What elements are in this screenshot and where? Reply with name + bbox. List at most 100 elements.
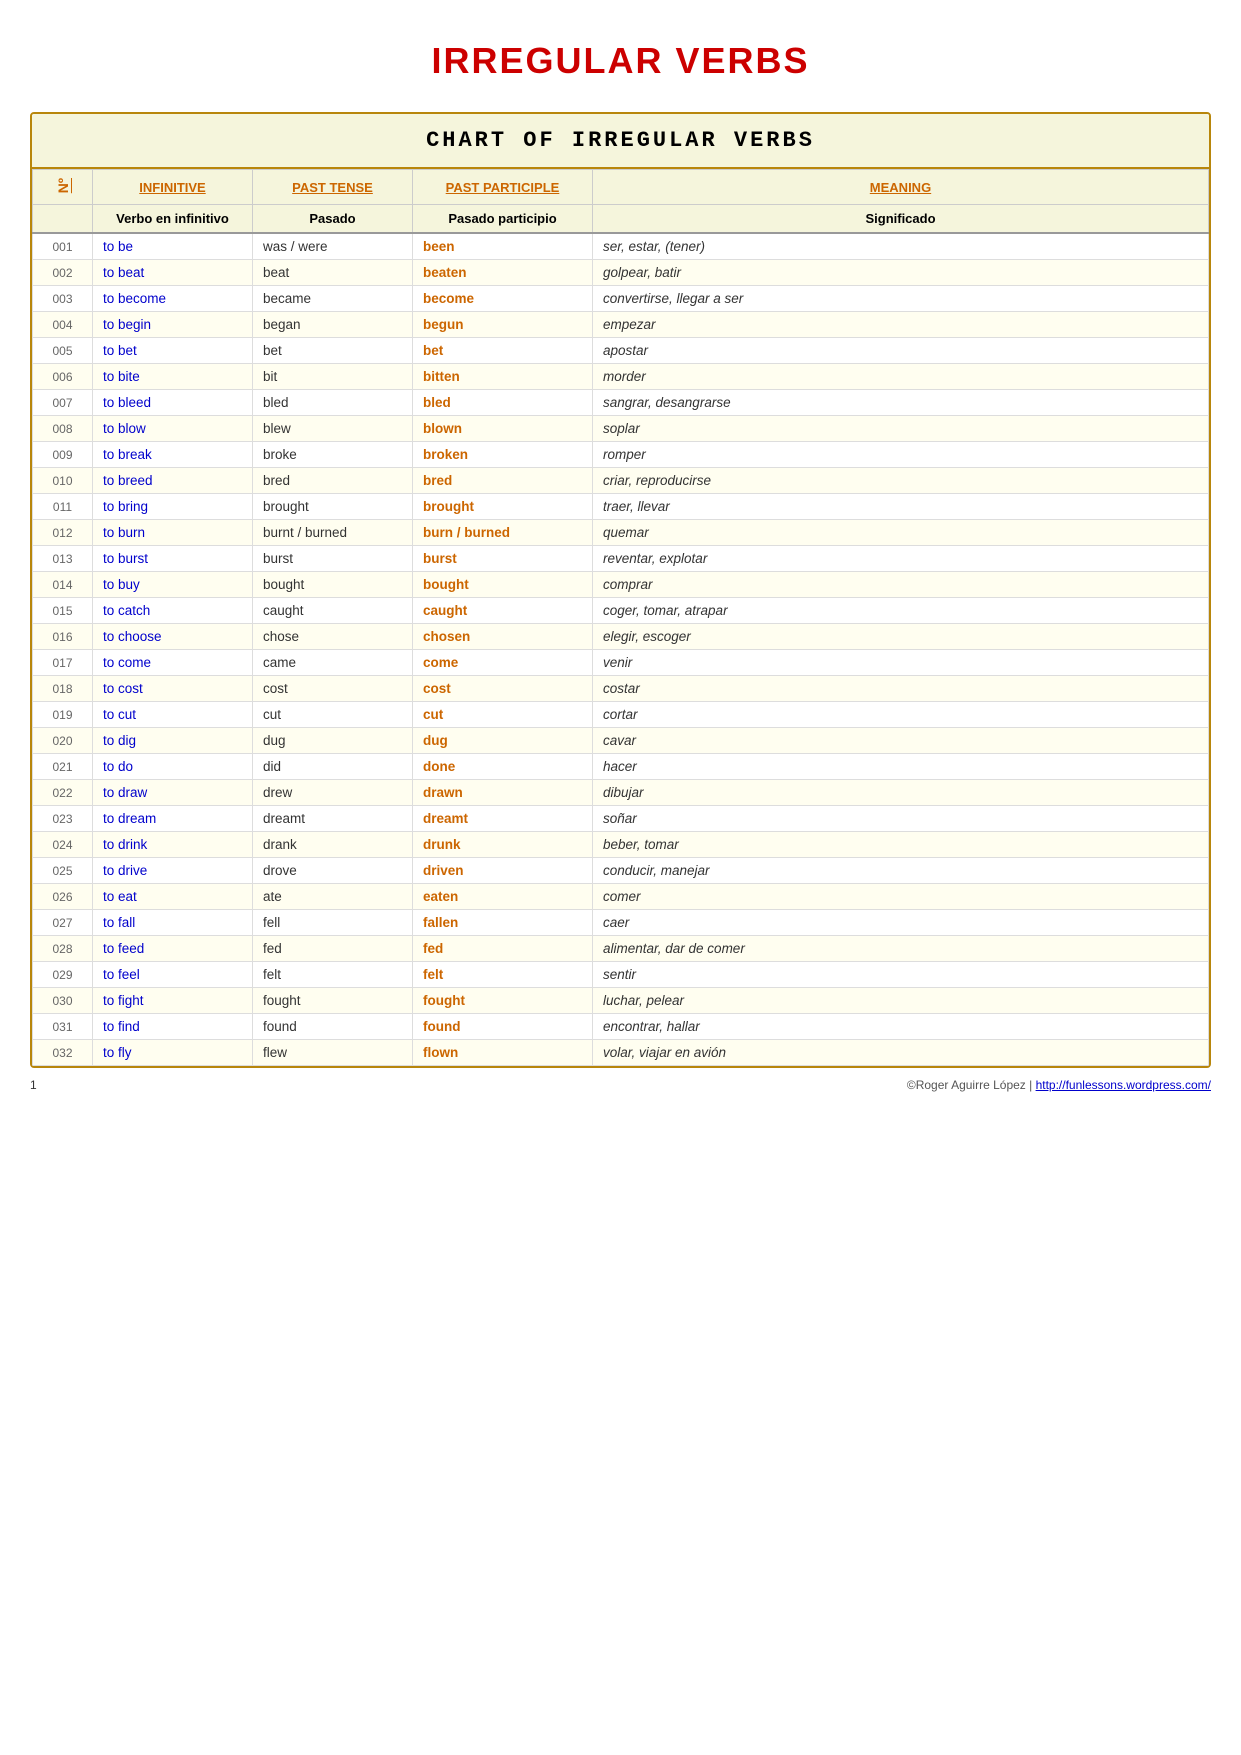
table-row: 007to bleedbledbledsangrar, desangrarse [33, 390, 1209, 416]
cell-number: 027 [33, 910, 93, 936]
cell-past: burnt / burned [253, 520, 413, 546]
table-row: 004to beginbeganbegunempezar [33, 312, 1209, 338]
cell-infinitive: to come [93, 650, 253, 676]
cell-infinitive: to do [93, 754, 253, 780]
cell-past: caught [253, 598, 413, 624]
cell-infinitive: to find [93, 1014, 253, 1040]
cell-pp: burn / burned [413, 520, 593, 546]
cell-pp: driven [413, 858, 593, 884]
cell-past: became [253, 286, 413, 312]
cell-infinitive: to blow [93, 416, 253, 442]
header-infinitive: INFINITIVE [93, 170, 253, 205]
cell-past: dreamt [253, 806, 413, 832]
cell-pp: been [413, 233, 593, 260]
cell-meaning: cortar [593, 702, 1209, 728]
table-row: 030to fightfoughtfoughtluchar, pelear [33, 988, 1209, 1014]
cell-meaning: sentir [593, 962, 1209, 988]
table-row: 028to feedfedfedalimentar, dar de comer [33, 936, 1209, 962]
cell-past: felt [253, 962, 413, 988]
cell-pp: blown [413, 416, 593, 442]
cell-infinitive: to dream [93, 806, 253, 832]
header-n-sub [33, 205, 93, 234]
cell-infinitive: to be [93, 233, 253, 260]
cell-infinitive: to buy [93, 572, 253, 598]
n-label: Nº [55, 178, 71, 193]
cell-number: 007 [33, 390, 93, 416]
cell-pp: begun [413, 312, 593, 338]
cell-number: 025 [33, 858, 93, 884]
cell-number: 023 [33, 806, 93, 832]
table-row: 008to blowblewblownsoplar [33, 416, 1209, 442]
header-past-participle: PAST PARTICIPLE [413, 170, 593, 205]
table-row: 002to beatbeatbeatengolpear, batir [33, 260, 1209, 286]
cell-past: cut [253, 702, 413, 728]
header-infinitive-sub: Verbo en infinitivo [93, 205, 253, 234]
cell-infinitive: to burst [93, 546, 253, 572]
header-past-sub: Pasado [253, 205, 413, 234]
table-row: 017to comecamecomevenir [33, 650, 1209, 676]
cell-infinitive: to bite [93, 364, 253, 390]
cell-past: cost [253, 676, 413, 702]
cell-meaning: conducir, manejar [593, 858, 1209, 884]
cell-number: 022 [33, 780, 93, 806]
cell-infinitive: to beat [93, 260, 253, 286]
table-row: 011to bringbroughtbroughttraer, llevar [33, 494, 1209, 520]
cell-pp: broken [413, 442, 593, 468]
cell-past: dug [253, 728, 413, 754]
cell-infinitive: to breed [93, 468, 253, 494]
cell-infinitive: to break [93, 442, 253, 468]
cell-number: 018 [33, 676, 93, 702]
table-row: 019to cutcutcutcortar [33, 702, 1209, 728]
cell-meaning: romper [593, 442, 1209, 468]
cell-number: 004 [33, 312, 93, 338]
footer-link[interactable]: http://funlessons.wordpress.com/ [1036, 1078, 1211, 1092]
cell-pp: done [413, 754, 593, 780]
cell-pp: drunk [413, 832, 593, 858]
table-row: 018to costcostcostcostar [33, 676, 1209, 702]
cell-infinitive: to choose [93, 624, 253, 650]
cell-pp: dug [413, 728, 593, 754]
cell-pp: come [413, 650, 593, 676]
cell-meaning: beber, tomar [593, 832, 1209, 858]
cell-number: 008 [33, 416, 93, 442]
footer: 1 ©Roger Aguirre López | http://funlesso… [30, 1078, 1211, 1092]
cell-number: 014 [33, 572, 93, 598]
cell-infinitive: to bring [93, 494, 253, 520]
table-row: 023to dreamdreamtdreamtsoñar [33, 806, 1209, 832]
cell-past: bet [253, 338, 413, 364]
footer-credit: ©Roger Aguirre López | http://funlessons… [907, 1078, 1211, 1092]
cell-infinitive: to drink [93, 832, 253, 858]
cell-number: 020 [33, 728, 93, 754]
cell-meaning: quemar [593, 520, 1209, 546]
cell-meaning: caer [593, 910, 1209, 936]
cell-infinitive: to drive [93, 858, 253, 884]
cell-meaning: hacer [593, 754, 1209, 780]
table-row: 013to burstburstburstreventar, explotar [33, 546, 1209, 572]
table-row: 022to drawdrewdrawndibujar [33, 780, 1209, 806]
cell-past: bit [253, 364, 413, 390]
cell-meaning: venir [593, 650, 1209, 676]
table-row: 012to burnburnt / burnedburn / burnedque… [33, 520, 1209, 546]
cell-meaning: ser, estar, (tener) [593, 233, 1209, 260]
cell-infinitive: to feel [93, 962, 253, 988]
table-row: 031to findfoundfoundencontrar, hallar [33, 1014, 1209, 1040]
header-n: Nº [33, 170, 93, 205]
cell-past: bought [253, 572, 413, 598]
cell-number: 016 [33, 624, 93, 650]
cell-past: bred [253, 468, 413, 494]
cell-pp: drawn [413, 780, 593, 806]
cell-meaning: elegir, escoger [593, 624, 1209, 650]
cell-pp: bought [413, 572, 593, 598]
cell-meaning: comer [593, 884, 1209, 910]
table-row: 010to breedbredbredcriar, reproducirse [33, 468, 1209, 494]
cell-number: 031 [33, 1014, 93, 1040]
cell-pp: fought [413, 988, 593, 1014]
cell-infinitive: to fly [93, 1040, 253, 1066]
cell-past: ate [253, 884, 413, 910]
cell-pp: chosen [413, 624, 593, 650]
cell-past: flew [253, 1040, 413, 1066]
cell-infinitive: to burn [93, 520, 253, 546]
cell-past: burst [253, 546, 413, 572]
cell-infinitive: to eat [93, 884, 253, 910]
header-meaning-sub: Significado [593, 205, 1209, 234]
